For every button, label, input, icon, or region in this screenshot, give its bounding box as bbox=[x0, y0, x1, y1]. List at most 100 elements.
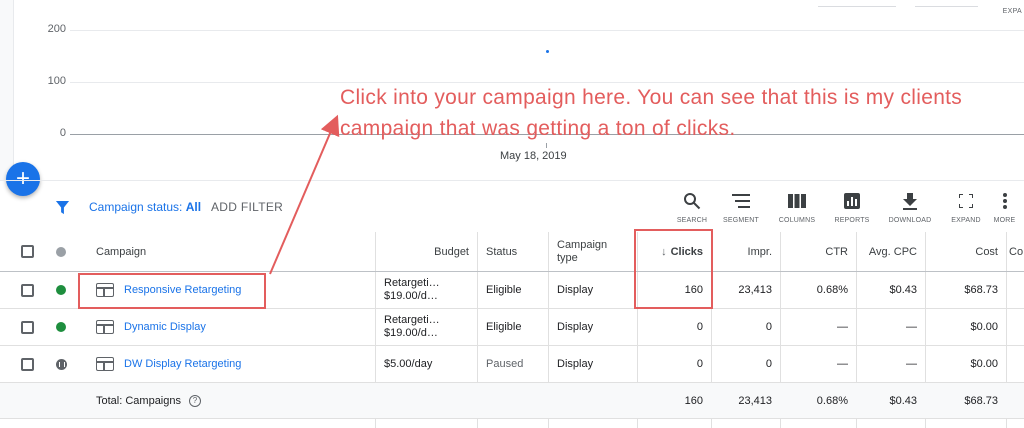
impr-cell: 0 bbox=[765, 358, 772, 370]
chart-side-panel bbox=[0, 0, 14, 180]
status-cell: Eligible bbox=[486, 284, 522, 296]
col-conversions[interactable]: Co bbox=[1007, 232, 1024, 271]
avg-cpc-cell: — bbox=[906, 321, 917, 333]
ctr-cell: 0.68% bbox=[816, 284, 848, 296]
row-select-cell bbox=[13, 309, 42, 345]
campaign-link[interactable]: Dynamic Display bbox=[124, 321, 206, 333]
cost-cell: $68.73 bbox=[964, 284, 998, 296]
total-label: Total: Campaigns bbox=[96, 394, 181, 407]
search-label: SEARCH bbox=[676, 217, 708, 224]
search-button[interactable]: SEARCH bbox=[664, 191, 720, 224]
type-cell: Display bbox=[557, 284, 594, 296]
chart-legend-line bbox=[818, 6, 896, 7]
budget-name: Retargeti… bbox=[384, 314, 440, 326]
search-icon bbox=[684, 193, 701, 210]
status-dot bbox=[56, 246, 66, 257]
impr-cell: 0 bbox=[765, 321, 772, 333]
filter-bar: Campaign status: All ADD FILTER SEARCH S… bbox=[0, 180, 1024, 232]
total-ctr: 0.68% bbox=[816, 394, 848, 407]
col-ctr[interactable]: CTR bbox=[781, 232, 856, 271]
ctr-cell: — bbox=[837, 358, 848, 370]
download-icon bbox=[903, 192, 917, 210]
select-all-checkbox[interactable] bbox=[21, 245, 34, 258]
x-axis-label: May 18, 2019 bbox=[500, 150, 567, 162]
row-status-cell bbox=[48, 309, 74, 345]
col-campaign-type[interactable]: Campaign type bbox=[549, 232, 637, 271]
total-label-cell: Total: Campaigns ? bbox=[88, 383, 209, 418]
y-tick-label: 0 bbox=[59, 127, 66, 139]
chart-datapoint[interactable] bbox=[546, 49, 549, 53]
total-row: Total: Campaigns ? 160 23,413 0.68% $0.4… bbox=[0, 383, 1024, 419]
cost-cell: $0.00 bbox=[970, 358, 998, 370]
ctr-cell: — bbox=[837, 321, 848, 333]
budget-cell[interactable]: $5.00/day bbox=[376, 346, 477, 382]
reports-icon bbox=[844, 193, 860, 209]
avg-cpc-cell: $0.43 bbox=[889, 284, 917, 296]
filter-value: All bbox=[185, 200, 202, 214]
more-vert-icon bbox=[1002, 193, 1007, 209]
annotation-text: Click into your campaign here. You can s… bbox=[340, 86, 963, 140]
table-row: DW Display Retargeting $5.00/day Paused … bbox=[0, 346, 1024, 383]
col-budget[interactable]: Budget bbox=[376, 232, 477, 271]
clicks-cell: 0 bbox=[696, 321, 703, 333]
row-checkbox[interactable] bbox=[21, 357, 34, 371]
total-cost: $68.73 bbox=[964, 394, 998, 407]
add-filter-button[interactable]: ADD FILTER bbox=[211, 200, 283, 214]
columns-label: COLUMNS bbox=[778, 217, 816, 224]
reports-button[interactable]: REPORTS bbox=[824, 191, 880, 224]
status-cell: Paused bbox=[486, 358, 524, 370]
total-impr: 23,413 bbox=[738, 394, 772, 407]
campaign-cell: Dynamic Display bbox=[88, 309, 214, 345]
row-select-cell bbox=[13, 346, 42, 382]
campaign-status-filter[interactable]: Campaign status: All bbox=[89, 200, 201, 214]
total-clicks: 160 bbox=[684, 394, 703, 407]
select-all-cell bbox=[13, 232, 42, 271]
status-cell: Eligible bbox=[486, 321, 522, 333]
display-campaign-icon bbox=[96, 357, 114, 371]
more-button[interactable]: MORE bbox=[985, 191, 1024, 224]
columns-icon bbox=[788, 194, 806, 208]
impr-cell: 23,413 bbox=[738, 284, 772, 296]
cost-cell: $0.00 bbox=[970, 321, 998, 333]
col-cost[interactable]: Cost bbox=[926, 232, 1006, 271]
segment-button[interactable]: SEGMENT bbox=[713, 191, 769, 224]
budget-cell[interactable]: Retargeti… $19.00/d… bbox=[376, 309, 477, 345]
col-status[interactable]: Status bbox=[478, 232, 525, 271]
budget-amount: $19.00/d… bbox=[384, 327, 438, 339]
enabled-status-icon[interactable] bbox=[56, 322, 66, 332]
col-avg-cpc[interactable]: Avg. CPC bbox=[857, 232, 925, 271]
status-dot-header bbox=[48, 232, 74, 271]
columns-button[interactable]: COLUMNS bbox=[769, 191, 825, 224]
help-icon[interactable]: ? bbox=[189, 394, 201, 407]
fullscreen-icon bbox=[959, 194, 973, 208]
row-checkbox[interactable] bbox=[21, 283, 34, 297]
segment-label: SEGMENT bbox=[722, 217, 759, 224]
avg-cpc-cell: — bbox=[906, 358, 917, 370]
table-row: Dynamic Display Retargeti… $19.00/d… Elig… bbox=[0, 309, 1024, 346]
download-label: DOWNLOAD bbox=[888, 217, 932, 224]
table-header: Campaign Budget Status Campaign type ↓ C… bbox=[0, 232, 1024, 272]
filter-icon[interactable] bbox=[55, 200, 70, 215]
type-cell: Display bbox=[557, 358, 594, 370]
budget-name: Retargeti… bbox=[384, 277, 440, 289]
paused-status-icon[interactable] bbox=[56, 358, 67, 370]
clicks-cell: 0 bbox=[696, 358, 703, 370]
chart-legend-line bbox=[915, 6, 978, 7]
campaign-cell: DW Display Retargeting bbox=[88, 346, 249, 382]
row-checkbox[interactable] bbox=[21, 320, 34, 334]
campaign-link[interactable]: DW Display Retargeting bbox=[124, 358, 241, 370]
col-campaign[interactable]: Campaign bbox=[88, 232, 154, 271]
type-cell: Display bbox=[557, 321, 594, 333]
y-tick-label: 100 bbox=[47, 75, 66, 87]
budget-amount: $19.00/d… bbox=[384, 290, 438, 302]
download-button[interactable]: DOWNLOAD bbox=[882, 191, 938, 224]
row-status-cell bbox=[48, 272, 74, 308]
display-campaign-icon bbox=[96, 320, 114, 334]
segment-icon bbox=[732, 194, 750, 208]
enabled-status-icon[interactable] bbox=[56, 285, 66, 295]
col-impr[interactable]: Impr. bbox=[712, 232, 780, 271]
chart-expand-label[interactable]: EXPA bbox=[1003, 8, 1022, 15]
reports-label: REPORTS bbox=[834, 217, 870, 224]
highlight-clicks-box bbox=[634, 229, 713, 309]
budget-cell[interactable]: Retargeti… $19.00/d… bbox=[376, 272, 477, 308]
